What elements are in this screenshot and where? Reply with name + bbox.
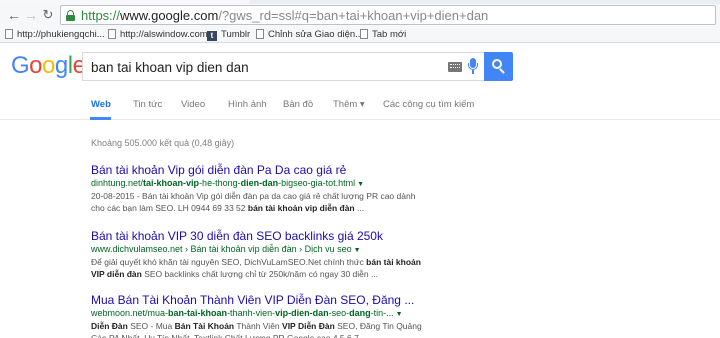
bookmark-item[interactable]: Tab mới: [360, 28, 406, 41]
tab-video[interactable]: Video: [181, 99, 205, 111]
result-url[interactable]: dinhtung.net/tai-khoan-vip-he-thong-dien…: [91, 178, 451, 190]
page-icon: [256, 29, 264, 39]
result-stats: Khoảng 505.000 kết quả (0,48 giây): [91, 138, 235, 148]
search-result: Bán tài khoản VIP 30 diễn đàn SEO backli…: [91, 229, 451, 280]
logo-letter: o: [29, 52, 43, 79]
bookmark-item[interactable]: t Tumblr: [207, 28, 250, 41]
google-header: Google ban tai khoan vip dien dan: [0, 43, 720, 90]
result-title[interactable]: Mua Bán Tài Khoản Thành Viên VIP Diễn Đà…: [91, 293, 451, 307]
tab-news[interactable]: Tin tức: [133, 99, 162, 111]
result-title[interactable]: Bán tài khoản VIP 30 diễn đàn SEO backli…: [91, 229, 451, 243]
dropdown-caret-icon[interactable]: ▼: [357, 181, 364, 188]
result-snippet-line: Để giải quyết khó khăn tài nguyên SEO, D…: [91, 257, 421, 267]
search-query: ban tai khoan vip dien dan: [91, 60, 249, 75]
result-snippet-line: Diễn Đàn SEO - Mua Bán Tài Khoản Thành V…: [91, 321, 422, 331]
result-snippet-line: 20-08-2015 - Bán tài khoản Vip gói diễn …: [91, 191, 416, 201]
search-input[interactable]: ban tai khoan vip dien dan: [82, 52, 484, 81]
lock-icon: [66, 10, 75, 21]
bookmark-label: Tumblr: [221, 29, 251, 40]
tab-maps[interactable]: Bản đồ: [283, 99, 313, 111]
url-scheme: https://: [81, 8, 121, 23]
microphone-icon[interactable]: [468, 58, 478, 76]
tab-web[interactable]: Web: [91, 99, 111, 111]
search-result: Bán tài khoản Vip gói diễn đàn Pa Da cao…: [91, 163, 451, 214]
address-url[interactable]: https://www.google.com/?gws_rd=ssl#q=ban…: [81, 8, 488, 24]
logo-letter: o: [42, 52, 55, 79]
bookmark-label: http://alswindow.com: [120, 29, 208, 40]
tab-images[interactable]: Hình ảnh: [228, 99, 267, 111]
back-arrow-icon[interactable]: ←: [5, 6, 23, 24]
bookmarks-bar: http://phukiengqchi... http://alswindow.…: [0, 26, 720, 43]
result-url[interactable]: webmoon.net/mua-ban-tai-khoan-thanh-vien…: [91, 308, 451, 320]
bookmark-label: Chỉnh sửa Giao diện...: [268, 29, 364, 40]
result-snippet-line: VIP diễn đàn SEO backlinks chất lượng ch…: [91, 269, 379, 279]
result-snippet-line: cho các bạn làm SEO. LH 0944 69 33 52 bá…: [91, 203, 365, 213]
dropdown-caret-icon[interactable]: ▼: [354, 247, 361, 254]
page-icon: [5, 29, 13, 39]
result-title[interactable]: Bán tài khoản Vip gói diễn đàn Pa Da cao…: [91, 163, 451, 177]
dropdown-caret-icon[interactable]: ▼: [396, 311, 403, 318]
result-url[interactable]: www.dichvulamseo.net › Bán tài khoản vip…: [91, 244, 451, 256]
active-tab-indicator: [90, 117, 111, 120]
keyboard-icon[interactable]: [448, 62, 462, 72]
search-button[interactable]: [484, 52, 513, 81]
result-url-text: webmoon.net/mua-ban-tai-khoan-thanh-vien…: [91, 308, 394, 318]
bookmark-item[interactable]: Chỉnh sửa Giao diện...: [256, 28, 363, 41]
result-url-text: www.dichvulamseo.net › Bán tài khoản vip…: [91, 244, 352, 254]
bookmark-item[interactable]: http://phukiengqchi...: [5, 28, 105, 41]
reload-icon[interactable]: ↻: [39, 6, 57, 24]
bookmark-item[interactable]: http://alswindow.com: [108, 28, 208, 41]
result-url-text: dinhtung.net/tai-khoan-vip-he-thong-dien…: [91, 178, 356, 188]
search-tabs: Web Tin tức Video Hình ảnh Bản đồ Thêm ▾…: [0, 90, 720, 120]
bookmark-label: Tab mới: [372, 29, 407, 40]
address-bar[interactable]: https://www.google.com/?gws_rd=ssl#q=ban…: [60, 5, 716, 25]
logo-letter: g: [54, 52, 68, 79]
browser-toolbar: ← → ↻ https://www.google.com/?gws_rd=ssl…: [0, 4, 720, 26]
page-icon: [360, 29, 368, 39]
forward-arrow-icon[interactable]: →: [22, 6, 40, 24]
search-result: Mua Bán Tài Khoản Thành Viên VIP Diễn Đà…: [91, 293, 451, 338]
bookmark-label: http://phukiengqchi...: [17, 29, 105, 40]
logo-letter: G: [11, 52, 30, 79]
tumblr-icon: t: [207, 31, 217, 41]
google-logo[interactable]: Google: [11, 52, 86, 80]
url-host: www.google.com: [120, 8, 219, 23]
result-snippet-line: Cáo PA Nhất, Uy Tín Nhất, Textlink Chất …: [91, 333, 369, 338]
url-path: /?gws_rd=ssl#q=ban+tai+khoan+vip+dien+da…: [218, 8, 489, 23]
tab-search-tools[interactable]: Các công cụ tìm kiếm: [383, 99, 474, 111]
page-icon: [108, 29, 116, 39]
tab-more[interactable]: Thêm ▾: [333, 99, 365, 111]
